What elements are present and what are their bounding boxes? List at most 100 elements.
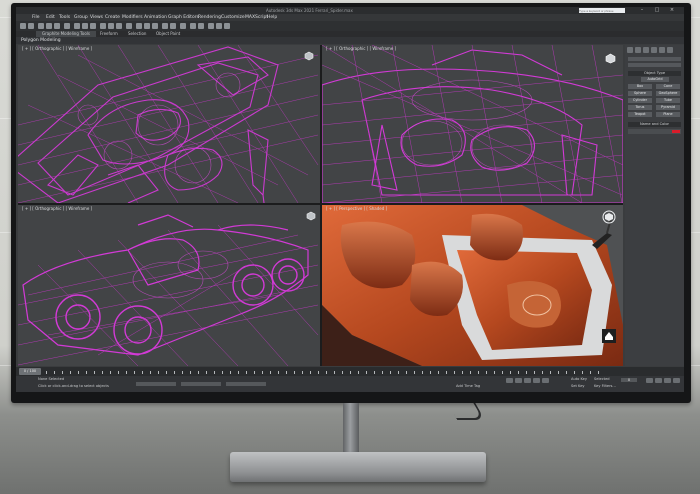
- go-to-start-icon[interactable]: [506, 378, 513, 383]
- render-frame-icon[interactable]: [216, 23, 222, 29]
- viewport-top-left[interactable]: [ + ] [ Orthographic ] [ Wireframe ]: [18, 45, 320, 203]
- menu-maxscript[interactable]: MAXScript: [245, 14, 268, 21]
- close-button[interactable]: ×: [666, 7, 678, 14]
- maximize-button[interactable]: □: [651, 7, 663, 14]
- menu-graph-editors[interactable]: Graph Editors: [168, 14, 199, 21]
- previous-frame-icon[interactable]: [515, 378, 522, 383]
- menu-views[interactable]: Views: [90, 14, 103, 21]
- search-input[interactable]: [579, 8, 625, 13]
- x-coordinate-field[interactable]: [136, 382, 176, 386]
- autogrid-checkbox[interactable]: AutoGrid: [641, 77, 669, 82]
- display-tab-icon[interactable]: [659, 47, 665, 53]
- object-color-swatch[interactable]: [672, 130, 680, 133]
- hierarchy-tab-icon[interactable]: [643, 47, 649, 53]
- viewcube-icon[interactable]: [304, 51, 314, 61]
- polygon-modeling-label[interactable]: Polygon Modeling: [21, 37, 61, 44]
- viewport-label[interactable]: [ + ] [ Perspective ] [ Shaded ]: [326, 206, 387, 211]
- unlink-icon[interactable]: [46, 23, 52, 29]
- orbit-icon[interactable]: [664, 378, 671, 383]
- menu-rendering[interactable]: Rendering: [198, 14, 221, 21]
- viewport-label[interactable]: [ + ] [ Orthographic ] [ Wireframe ]: [22, 206, 92, 211]
- link-icon[interactable]: [38, 23, 44, 29]
- zoom-icon[interactable]: [646, 378, 653, 383]
- command-panel-tabs: [627, 47, 682, 53]
- align-icon[interactable]: [170, 23, 176, 29]
- menu-customize[interactable]: Customize: [221, 14, 245, 21]
- add-time-tag-button[interactable]: Add Time Tag: [456, 384, 480, 388]
- mirror-icon[interactable]: [162, 23, 168, 29]
- name-and-color-header[interactable]: Name and Color: [628, 122, 681, 127]
- snap-icon[interactable]: [136, 23, 142, 29]
- viewport-top-right[interactable]: [ + ] [ Orthographic ] [ Wireframe ]: [322, 45, 623, 203]
- select-by-name-icon[interactable]: [82, 23, 88, 29]
- region-select-icon[interactable]: [90, 23, 96, 29]
- current-frame-field[interactable]: 0: [621, 378, 637, 382]
- cone-button[interactable]: Cone: [656, 84, 680, 89]
- object-name-field[interactable]: [628, 129, 681, 134]
- move-icon[interactable]: [100, 23, 106, 29]
- minimize-button[interactable]: –: [636, 7, 648, 14]
- viewcube-icon[interactable]: [605, 53, 616, 64]
- next-frame-icon[interactable]: [533, 378, 540, 383]
- geosphere-button[interactable]: GeoSphere: [656, 91, 680, 96]
- auto-key-button[interactable]: Auto Key: [571, 377, 587, 381]
- menu-tools[interactable]: Tools: [59, 14, 70, 21]
- angle-snap-icon[interactable]: [144, 23, 150, 29]
- selected-dropdown[interactable]: Selected: [594, 377, 610, 381]
- y-coordinate-field[interactable]: [181, 382, 221, 386]
- go-to-end-icon[interactable]: [542, 378, 549, 383]
- pan-icon[interactable]: [655, 378, 662, 383]
- viewcube-icon[interactable]: [602, 210, 616, 224]
- tube-button[interactable]: Tube: [656, 98, 680, 103]
- time-slider[interactable]: 0 / 100: [19, 368, 41, 375]
- teapot-button[interactable]: Teapot: [628, 112, 652, 117]
- sphere-button[interactable]: Sphere: [628, 91, 652, 96]
- render-setup-icon[interactable]: [208, 23, 214, 29]
- select-object-icon[interactable]: [74, 23, 80, 29]
- category-icon-row[interactable]: [628, 57, 681, 61]
- play-icon[interactable]: [524, 378, 531, 383]
- menu-animation[interactable]: Animation: [144, 14, 167, 21]
- layer-explorer-icon[interactable]: [180, 23, 186, 29]
- scale-icon[interactable]: [116, 23, 122, 29]
- monitor-stand-base: [230, 452, 486, 482]
- pyramid-button[interactable]: Pyramid: [656, 105, 680, 110]
- key-filters-button[interactable]: Key Filters...: [594, 384, 616, 388]
- redo-icon[interactable]: [28, 23, 34, 29]
- curve-editor-icon[interactable]: [190, 23, 196, 29]
- object-type-header[interactable]: Object Type: [628, 71, 681, 76]
- viewcube-icon[interactable]: [306, 211, 316, 221]
- create-tab-icon[interactable]: [627, 47, 633, 53]
- standard-primitives-dropdown[interactable]: [628, 63, 681, 67]
- menu-file[interactable]: File: [32, 14, 40, 21]
- render-icon[interactable]: [224, 23, 230, 29]
- z-coordinate-field[interactable]: [226, 382, 266, 386]
- maximize-viewport-icon[interactable]: [673, 378, 680, 383]
- track-bar[interactable]: [46, 371, 606, 374]
- selection-filter-icon[interactable]: [64, 23, 70, 29]
- cylinder-button[interactable]: Cylinder: [628, 98, 652, 103]
- modify-tab-icon[interactable]: [635, 47, 641, 53]
- menu-create[interactable]: Create: [105, 14, 120, 21]
- torus-button[interactable]: Torus: [628, 105, 652, 110]
- viewport-label[interactable]: [ + ] [ Orthographic ] [ Wireframe ]: [22, 46, 92, 51]
- bind-space-warp-icon[interactable]: [54, 23, 60, 29]
- viewport-label[interactable]: [ + ] [ Orthographic ] [ Wireframe ]: [326, 46, 396, 51]
- reference-coordinate-icon[interactable]: [126, 23, 132, 29]
- plane-button[interactable]: Plane: [656, 112, 680, 117]
- menu-group[interactable]: Group: [74, 14, 88, 21]
- percent-snap-icon[interactable]: [152, 23, 158, 29]
- utilities-tab-icon[interactable]: [667, 47, 673, 53]
- motion-tab-icon[interactable]: [651, 47, 657, 53]
- menu-help[interactable]: Help: [267, 14, 277, 21]
- viewport-bottom-right-perspective[interactable]: [ + ] [ Perspective ] [ Shaded ]: [322, 205, 623, 366]
- viewport-bottom-left[interactable]: [ + ] [ Orthographic ] [ Wireframe ]: [18, 205, 320, 366]
- box-button[interactable]: Box: [628, 84, 652, 89]
- menu-edit[interactable]: Edit: [46, 14, 55, 21]
- undo-icon[interactable]: [20, 23, 26, 29]
- menu-modifiers[interactable]: Modifiers: [122, 14, 143, 21]
- rotate-icon[interactable]: [108, 23, 114, 29]
- set-key-button[interactable]: Set Key: [571, 384, 585, 388]
- home-icon[interactable]: [602, 329, 616, 343]
- material-editor-icon[interactable]: [198, 23, 204, 29]
